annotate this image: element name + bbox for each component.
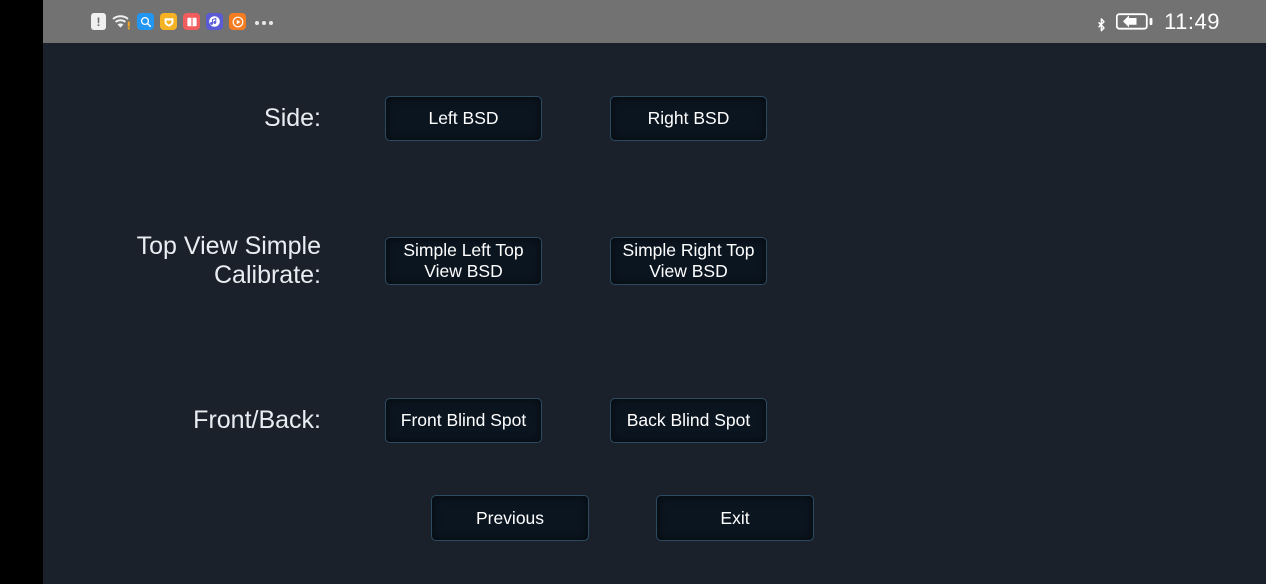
clock: 11:49 — [1164, 8, 1220, 34]
overflow-dot — [262, 20, 266, 25]
row-front-back: Front/Back: Front Blind Spot Back Blind … — [43, 398, 767, 443]
label-line-1: Top View Simple — [136, 232, 321, 260]
button-line-1: Simple Left Top — [403, 240, 524, 260]
button-line-1: Simple Right Top — [622, 240, 755, 260]
button-right-bsd[interactable]: Right BSD — [610, 96, 767, 141]
alert-icon: ! — [91, 13, 106, 30]
left-bezel — [0, 0, 43, 584]
status-bar-right: 11:49 — [1095, 9, 1266, 35]
button-line-2: View BSD — [649, 261, 728, 281]
overflow-dot — [269, 20, 273, 25]
book-icon — [186, 17, 197, 26]
app-screen: ! 11:49 Side: Left BSD Right BSD Top Vie… — [0, 0, 1266, 584]
search-app-icon[interactable] — [137, 13, 154, 30]
button-left-bsd[interactable]: Left BSD — [385, 96, 542, 141]
book-app-icon[interactable] — [183, 13, 200, 30]
exit-button[interactable]: Exit — [656, 495, 814, 541]
button-front-blind-spot[interactable]: Front Blind Spot — [385, 398, 542, 443]
overflow-icon[interactable] — [255, 20, 273, 25]
row-top-view-simple-calibrate: Top View Simple Calibrate: Simple Left T… — [43, 232, 767, 290]
main-content: Side: Left BSD Right BSD Top View Simple… — [43, 43, 1266, 584]
row-side: Side: Left BSD Right BSD — [43, 96, 767, 141]
wifi-icon — [112, 15, 130, 30]
video-app-icon[interactable] — [229, 13, 246, 30]
play-icon — [232, 16, 243, 27]
shield-icon — [164, 17, 173, 27]
bottom-navigation: Previous Exit — [43, 495, 1266, 541]
button-back-blind-spot[interactable]: Back Blind Spot — [610, 398, 767, 443]
search-icon — [140, 16, 151, 27]
label-side: Side: — [264, 104, 321, 132]
label-front-back: Front/Back: — [193, 406, 321, 434]
bluetooth-icon — [1098, 17, 1105, 31]
button-simple-right-top-view-bsd[interactable]: Simple Right Top View BSD — [610, 237, 767, 285]
previous-button[interactable]: Previous — [431, 495, 589, 541]
label-line-2: Calibrate: — [214, 261, 321, 289]
button-line-2: View BSD — [424, 261, 503, 281]
label-top-view-simple-calibrate: Top View Simple Calibrate: — [43, 232, 343, 290]
button-simple-left-top-view-bsd[interactable]: Simple Left Top View BSD — [385, 237, 542, 285]
status-bar: ! 11:49 — [43, 0, 1266, 43]
battery-charging-icon — [1116, 13, 1153, 30]
shield-app-icon[interactable] — [160, 13, 177, 30]
status-bar-left-icons: ! — [43, 13, 273, 30]
music-note-icon — [209, 16, 220, 27]
music-app-icon[interactable] — [206, 13, 223, 30]
overflow-dot — [255, 20, 259, 25]
